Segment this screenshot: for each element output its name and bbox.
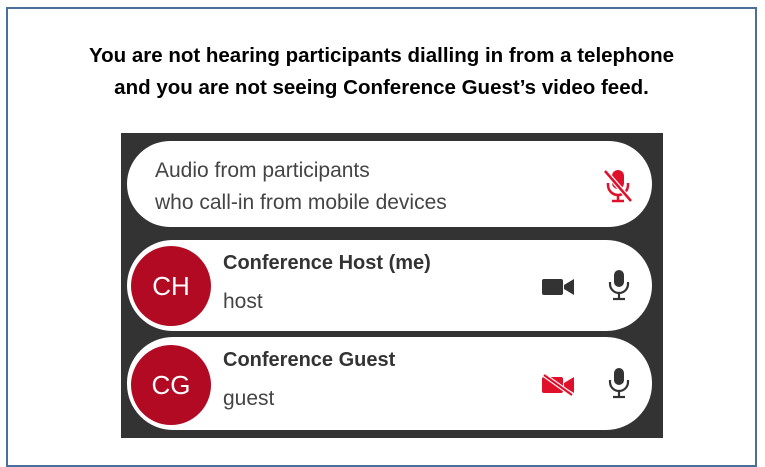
- participant-row: CH Conference Host (me) host: [127, 240, 652, 331]
- mobile-audio-row: Audio from participants who call-in from…: [127, 141, 652, 227]
- avatar: CH: [131, 246, 211, 326]
- video-camera-icon[interactable]: [541, 276, 575, 298]
- caption-line-1: You are not hearing participants diallin…: [88, 44, 675, 67]
- mobile-audio-label-line-1: Audio from participants: [155, 159, 370, 182]
- participant-role: guest: [223, 387, 275, 410]
- video-camera-off-icon[interactable]: [541, 374, 575, 396]
- participant-role: host: [223, 290, 263, 313]
- participant-row: CG Conference Guest guest: [127, 337, 652, 430]
- figure-caption: You are not hearing participants diallin…: [8, 40, 755, 104]
- avatar: CG: [131, 345, 211, 425]
- mobile-audio-label: Audio from participants who call-in from…: [155, 155, 447, 219]
- participant-name: Conference Host (me): [223, 252, 431, 274]
- mobile-audio-label-line-2: who call-in from mobile devices: [155, 191, 447, 214]
- microphone-icon[interactable]: [608, 367, 630, 399]
- participants-panel: Audio from participants who call-in from…: [121, 133, 663, 438]
- participant-name: Conference Guest: [223, 349, 396, 371]
- mic-muted-icon[interactable]: [602, 168, 634, 204]
- caption-line-2: and you are not seeing Conference Guest’…: [114, 76, 649, 99]
- microphone-icon[interactable]: [608, 269, 630, 301]
